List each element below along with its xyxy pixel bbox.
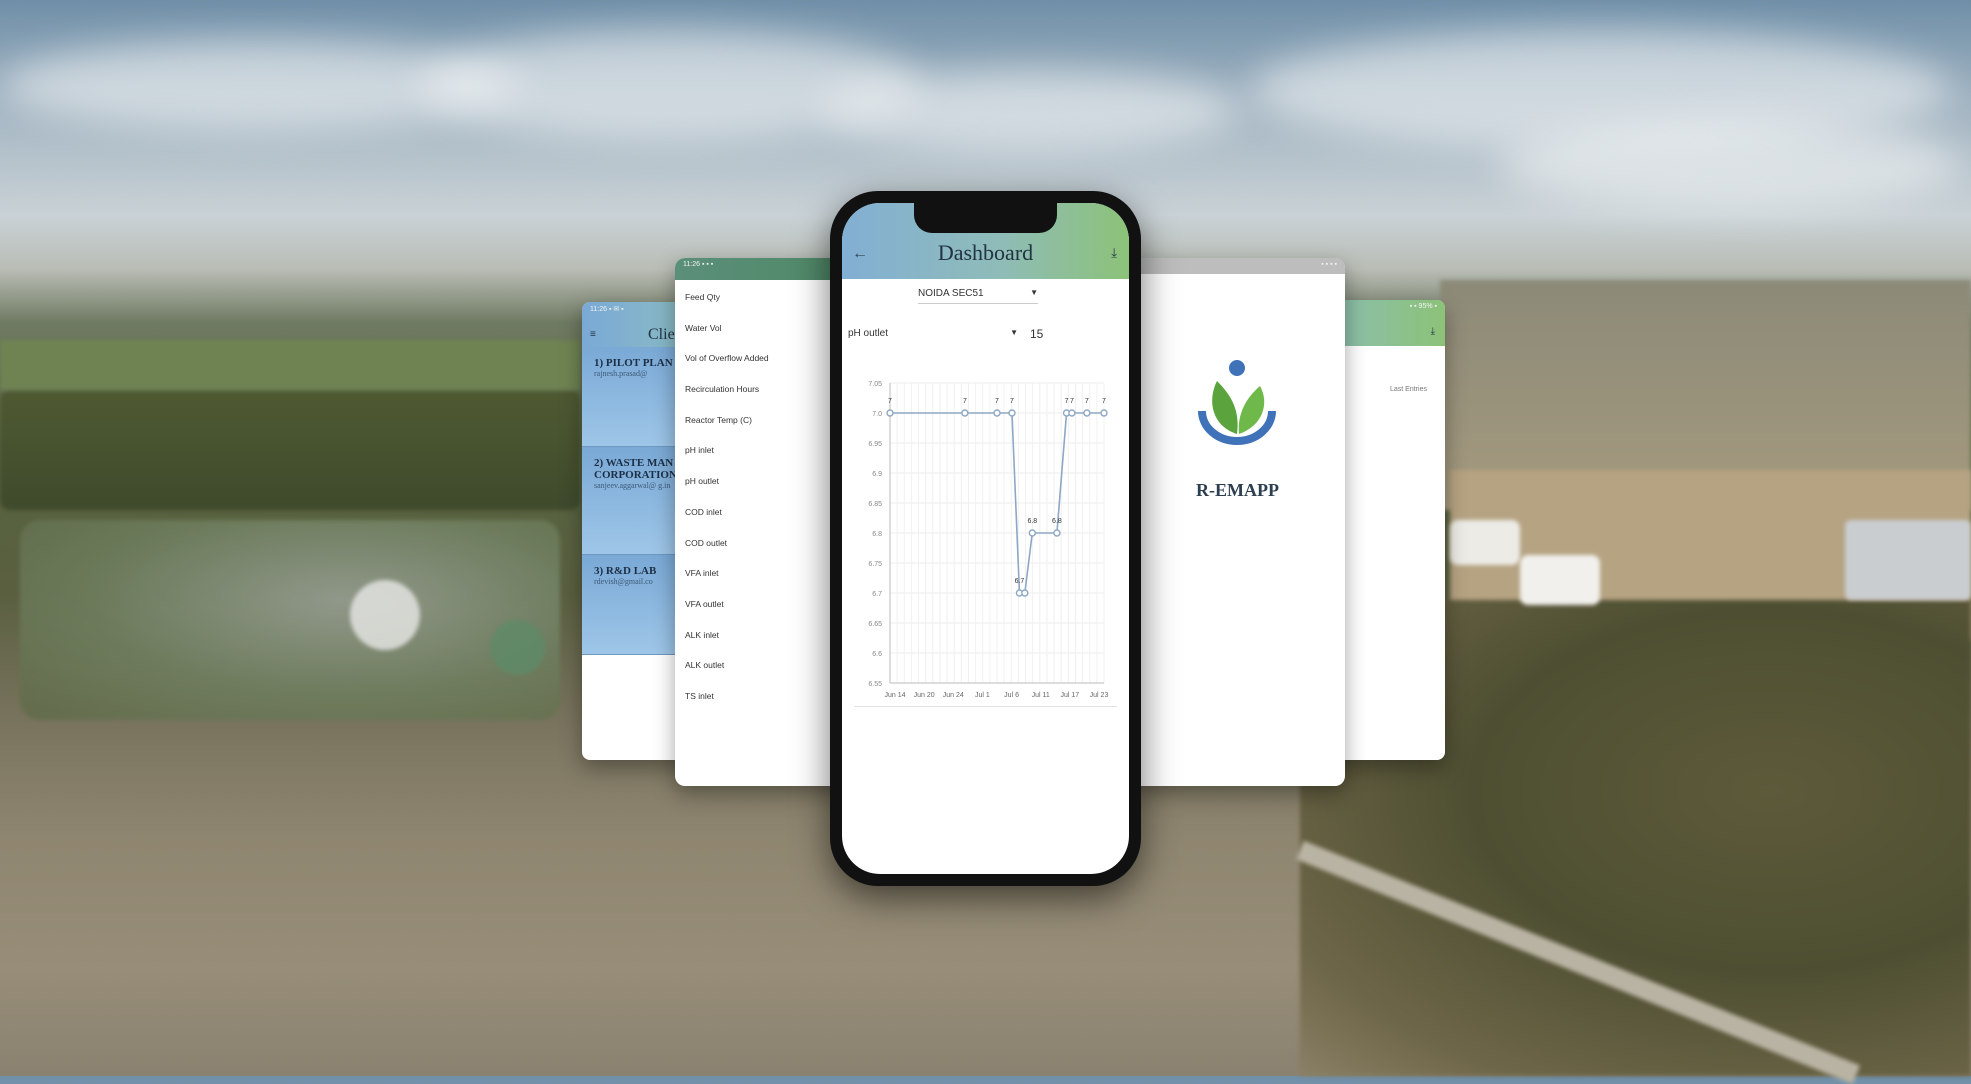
y-tick-label: 6.8	[872, 531, 882, 538]
days-select[interactable]: 15	[1030, 327, 1120, 341]
data-label: 7	[1102, 398, 1106, 405]
plant-building	[1845, 520, 1971, 600]
data-point	[961, 409, 969, 417]
download-icon[interactable]: ⤓	[1111, 245, 1117, 261]
parameter-item[interactable]: VFA inlet	[675, 558, 850, 589]
data-label: 6.8	[1027, 518, 1037, 525]
plant-tank	[1520, 555, 1600, 605]
dashboard-screen: ← Dashboard ⤓ NOIDA SEC51 ▼ pH outlet ▼ …	[842, 203, 1129, 874]
x-tick-label: Jun 24	[943, 692, 964, 699]
data-point	[1083, 409, 1091, 417]
chart-divider	[854, 706, 1117, 707]
plant-tank	[350, 580, 420, 650]
data-label: 7	[1070, 398, 1074, 405]
x-tick-label: Jun 20	[914, 692, 935, 699]
parameter-item[interactable]: Recirculation Hours	[675, 374, 850, 405]
x-tick-label: Jul 11	[1032, 692, 1050, 699]
parameter-select-value: pH outlet	[848, 328, 889, 339]
x-tick-label: Jul 6	[1004, 692, 1019, 699]
y-tick-label: 6.75	[868, 561, 882, 568]
x-tick-label: Jul 17	[1061, 692, 1080, 699]
y-tick-label: 6.6	[872, 651, 882, 658]
chevron-down-icon: ▼	[1030, 288, 1038, 297]
cloud	[820, 70, 1240, 150]
data-label: 7	[1010, 398, 1014, 405]
site-select[interactable]: NOIDA SEC51 ▼	[918, 288, 1038, 304]
parameter-item[interactable]: VFA outlet	[675, 589, 850, 620]
parameter-item[interactable]: Reactor Temp (C)	[675, 405, 850, 436]
splash-screen: ▪ ▪ ▪ ▪ R-EMAPP	[1130, 258, 1345, 786]
y-tick-label: 6.65	[868, 621, 882, 628]
y-tick-label: 6.7	[872, 591, 882, 598]
download-icon[interactable]: ⤓	[1431, 326, 1435, 337]
data-label: 7	[1085, 398, 1089, 405]
parameter-item[interactable]: COD inlet	[675, 497, 850, 528]
green-field	[0, 340, 580, 390]
data-label: 6.7	[1015, 578, 1025, 585]
data-label: 7	[1065, 398, 1069, 405]
x-tick-label: Jul 1	[975, 692, 990, 699]
parameter-list-screen: 11:26 ▪ ▪ ▪ Feed Qty Water Vol Vol of Over…	[675, 258, 850, 786]
days-select-value: 15	[1030, 327, 1044, 341]
parameter-item[interactable]: pH outlet	[675, 466, 850, 497]
site-select-value: NOIDA SEC51	[918, 288, 984, 299]
parameter-item[interactable]: Water Vol	[675, 313, 850, 344]
forest-area	[0, 390, 580, 510]
client-list-title: Clie	[648, 326, 675, 343]
data-point	[1068, 409, 1076, 417]
data-label: 7	[995, 398, 999, 405]
parameter-item[interactable]: Vol of Overflow Added	[675, 343, 850, 374]
parameter-item[interactable]: Feed Qty	[675, 282, 850, 313]
data-label: 7	[963, 398, 967, 405]
cloud	[1500, 120, 1960, 210]
last-entries-hint: Last Entries	[1390, 386, 1427, 393]
phone-notch	[914, 203, 1057, 233]
status-bar: 11:26 ▪ ▪ ▪	[675, 258, 850, 280]
y-tick-label: 6.95	[868, 441, 882, 448]
y-tick-label: 7.0	[872, 411, 882, 418]
data-point	[993, 409, 1001, 417]
data-point	[1008, 409, 1016, 417]
plant-tank	[1450, 520, 1520, 565]
parameter-item[interactable]: ALK inlet	[675, 620, 850, 651]
parameter-item[interactable]: COD outlet	[675, 528, 850, 559]
parameter-select[interactable]: pH outlet ▼	[848, 328, 1018, 339]
data-label: 6.8	[1052, 518, 1062, 525]
status-bar: ▪ ▪ ▪ ▪	[1130, 258, 1345, 274]
data-point	[1028, 529, 1037, 537]
data-point	[1053, 529, 1061, 537]
phone-frame: ← Dashboard ⤓ NOIDA SEC51 ▼ pH outlet ▼ …	[830, 191, 1141, 886]
y-tick-label: 6.9	[872, 471, 882, 478]
x-tick-label: Jul 23	[1090, 692, 1109, 699]
plant-tank	[490, 620, 545, 675]
y-tick-label: 7.05	[868, 381, 882, 388]
data-point	[886, 409, 894, 417]
data-point	[1021, 589, 1029, 597]
app-logo-icon	[1198, 360, 1276, 445]
page-title: Dashboard	[937, 240, 1034, 265]
menu-icon[interactable]: ≡	[590, 329, 596, 340]
data-point	[1100, 409, 1108, 417]
treatment-plant	[20, 520, 560, 720]
data-label: 7	[888, 398, 892, 405]
y-tick-label: 6.55	[868, 681, 882, 688]
parameter-item[interactable]: pH inlet	[675, 435, 850, 466]
parameter-item[interactable]: TS inlet	[675, 681, 850, 712]
x-tick-label: Jun 14	[884, 692, 905, 699]
app-name: R-EMAPP	[1196, 480, 1279, 500]
parameter-list: Feed Qty Water Vol Vol of Overflow Added Re…	[675, 280, 850, 712]
y-tick-label: 6.85	[868, 501, 882, 508]
parameter-item[interactable]: ALK outlet	[675, 650, 850, 681]
chevron-down-icon: ▼	[1010, 328, 1018, 337]
ph-outlet-line-chart: 7.057.06.956.96.856.86.756.76.656.66.55J…	[868, 381, 1109, 699]
